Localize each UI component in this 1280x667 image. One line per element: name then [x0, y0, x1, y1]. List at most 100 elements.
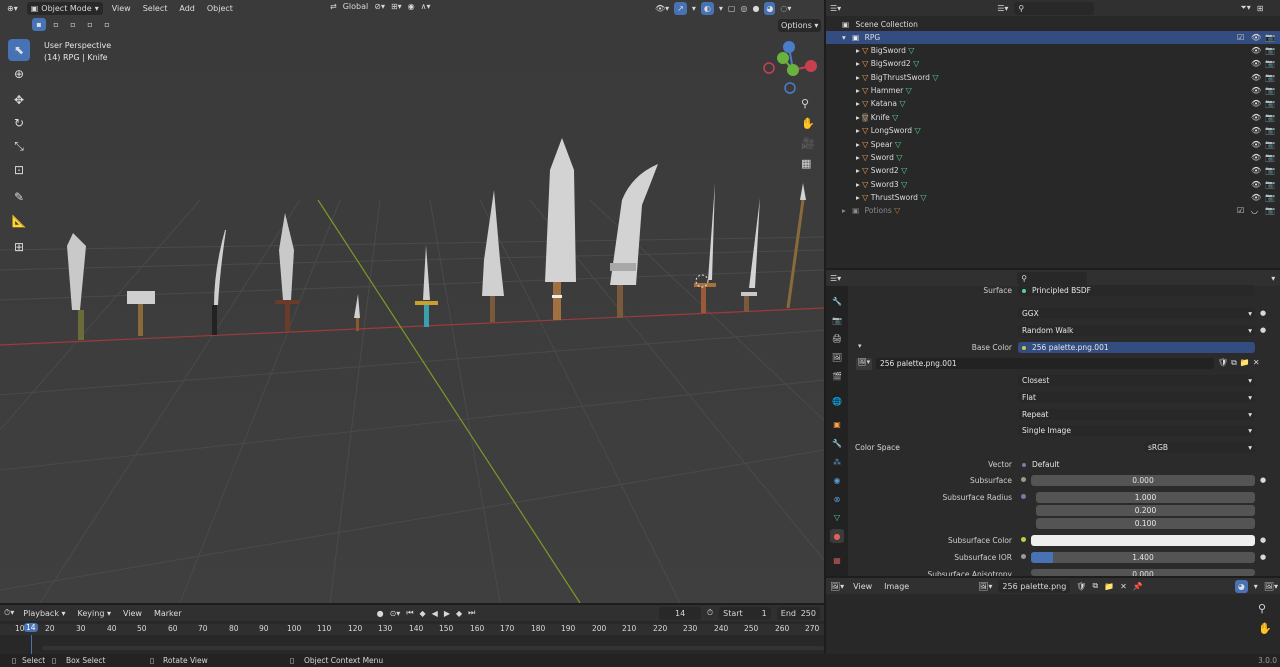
eye-icon[interactable]: 👁: [1251, 111, 1261, 124]
keying-set-icon[interactable]: ⊙▾: [390, 609, 401, 618]
rotate-tool-icon[interactable]: ↻: [8, 112, 30, 134]
pivot-icon[interactable]: ⊘▾: [374, 2, 385, 11]
menu-select[interactable]: Select: [140, 2, 171, 15]
unlink-x-icon[interactable]: ✕: [1253, 358, 1260, 368]
menu-playback[interactable]: Playback ▾: [20, 607, 68, 620]
transform-tool-icon[interactable]: ⊡: [8, 159, 30, 181]
pan-hand-icon[interactable]: ✋: [801, 117, 815, 130]
outliner-item[interactable]: ▸ ▽ Katana ▽ 👁 📷: [826, 97, 1280, 110]
radius-y-field[interactable]: 0.200: [1036, 505, 1255, 516]
viewport[interactable]: ⊕▾ ▣ Object Mode ▾ View Select Add Object …: [0, 0, 824, 603]
render-camera-icon[interactable]: 📷: [1265, 151, 1275, 164]
filter-icon[interactable]: ⏷▾: [1240, 3, 1250, 13]
select-invert-icon[interactable]: ▫: [83, 18, 97, 31]
open-folder-icon[interactable]: 📁: [1240, 358, 1250, 368]
outliner-collection-potions[interactable]: ▸ ▣ Potions ▽ ☑ ◡ 📷: [826, 204, 1280, 217]
surface-shader-field[interactable]: Principled BSDF: [1018, 285, 1255, 296]
properties-editor-icon[interactable]: ☰▾: [830, 274, 841, 283]
data-tab-icon[interactable]: ▽: [830, 510, 844, 524]
outliner-item[interactable]: ▸ ▽ Hammer ▽ 👁 📷: [826, 84, 1280, 97]
keyframe-dot-icon[interactable]: ●: [1260, 536, 1266, 544]
eye-icon[interactable]: 👁: [1251, 178, 1261, 191]
keyframe-dot-icon[interactable]: ●: [1260, 553, 1266, 561]
wireframe-shading-icon[interactable]: ◎: [740, 4, 747, 13]
view-options-icon[interactable]: 🖼▾: [1264, 582, 1278, 591]
prev-keyframe-icon[interactable]: ◆: [420, 609, 426, 618]
distribution-dropdown[interactable]: GGX ▾: [1018, 308, 1255, 319]
world-tab-icon[interactable]: 🌐: [830, 394, 844, 408]
solid-shading-icon[interactable]: ●: [752, 4, 759, 13]
material-shading-icon[interactable]: ◕: [764, 2, 776, 15]
cursor-tool-icon[interactable]: ⊕: [8, 63, 30, 85]
gizmo-toggle-icon[interactable]: ↗: [674, 2, 687, 15]
outliner-editor-icon[interactable]: ☰▾: [830, 4, 841, 13]
keyframe-dot-icon[interactable]: ●: [1260, 309, 1266, 317]
particles-tab-icon[interactable]: ⁂: [830, 455, 844, 469]
subsurface-anisotropy-field[interactable]: 0.000: [1031, 569, 1255, 576]
editor-type-button[interactable]: ⊕▾: [4, 2, 21, 15]
subsurface-ior-slider[interactable]: 1.400: [1031, 552, 1255, 563]
eye-icon[interactable]: 👁: [1251, 124, 1261, 137]
outliner-item[interactable]: ▸ ▽ BigSword ▽ 👁 📷: [826, 44, 1280, 57]
orientation-dropdown[interactable]: Global: [343, 2, 369, 11]
options-dropdown[interactable]: Options ▾: [778, 19, 822, 32]
render-camera-icon[interactable]: 📷: [1265, 204, 1275, 217]
image-editor-type-icon[interactable]: 🖼▾: [830, 582, 844, 591]
duplicate-icon[interactable]: ⧉: [1231, 358, 1237, 368]
eye-hidden-icon[interactable]: ◡: [1251, 204, 1258, 217]
timeline-editor-icon[interactable]: ⏱▾: [4, 608, 14, 618]
subsurface-color-swatch[interactable]: [1031, 535, 1255, 546]
jump-end-icon[interactable]: ⏭: [468, 608, 475, 618]
grid-perspective-icon[interactable]: ▦: [801, 157, 811, 170]
constraints-tab-icon[interactable]: ⊗: [830, 492, 844, 506]
render-camera-icon[interactable]: 📷: [1265, 178, 1275, 191]
menu-view[interactable]: View: [109, 2, 134, 15]
fake-user-icon[interactable]: 🛡: [1076, 582, 1086, 591]
physics-tab-icon[interactable]: ◉: [830, 473, 844, 487]
display-channels-icon[interactable]: ◕: [1234, 579, 1248, 593]
subsurface-field[interactable]: 0.000: [1031, 475, 1255, 486]
outliner-item[interactable]: ▸ ▽ Spear ▽ 👁 📷: [826, 138, 1280, 151]
eye-icon[interactable]: 👁: [1251, 71, 1261, 84]
color-space-dropdown[interactable]: sRGB ▾: [1144, 442, 1255, 453]
image-name-field[interactable]: 256 palette.png.001: [876, 358, 1214, 369]
measure-tool-icon[interactable]: 📐: [8, 210, 30, 232]
texture-tab-icon[interactable]: ▦: [830, 553, 844, 567]
output-tab-icon[interactable]: 🖨: [830, 331, 844, 345]
menu-object[interactable]: Object: [204, 2, 236, 15]
render-camera-icon[interactable]: 📷: [1265, 44, 1275, 57]
overlay-toggle-icon[interactable]: ◐: [700, 2, 714, 15]
pin-icon[interactable]: 📌: [1133, 582, 1143, 591]
object-tab-icon[interactable]: ▣: [830, 417, 844, 431]
expand-arrow-icon[interactable]: ▾: [842, 33, 846, 42]
current-frame-field[interactable]: 14: [659, 606, 701, 620]
outliner-item[interactable]: ▸ ▽ Sword ▽ 👁 📷: [826, 151, 1280, 164]
keyframe-dot-icon[interactable]: ●: [1260, 476, 1266, 484]
add-cube-tool-icon[interactable]: ⊞: [8, 236, 30, 258]
select-intersect-icon[interactable]: ▫: [100, 18, 114, 31]
socket-dot-icon[interactable]: [1021, 554, 1026, 559]
select-subtract-icon[interactable]: ▫: [66, 18, 80, 31]
outliner-item[interactable]: ▸ ▽ Sword2 ▽ 👁 📷: [826, 164, 1280, 177]
outliner-item[interactable]: ▸ ▽ ThrustSword ▽ 👁 📷: [826, 191, 1280, 204]
render-tab-icon[interactable]: 📷: [830, 313, 844, 327]
scale-tool-icon[interactable]: ⤡: [8, 135, 30, 157]
outliner-item[interactable]: ▸ ▽ BigSword2 ▽ 👁 📷: [826, 57, 1280, 70]
eye-icon[interactable]: 👁: [1251, 191, 1261, 204]
select-new-icon[interactable]: ▪: [32, 18, 46, 31]
render-camera-icon[interactable]: 📷: [1265, 164, 1275, 177]
timeline-scrollbar[interactable]: [42, 646, 824, 650]
visibility-icon[interactable]: 👁▾: [655, 4, 669, 13]
outliner-collection-rpg[interactable]: ▾ ▣ RPG ☑ 👁 📷: [826, 31, 1280, 44]
vector-field[interactable]: Default: [1018, 459, 1255, 470]
render-camera-icon[interactable]: 📷: [1265, 111, 1275, 124]
playhead-frame-label[interactable]: 14: [24, 623, 38, 632]
projection-dropdown[interactable]: Flat ▾: [1018, 392, 1255, 403]
socket-dot-icon[interactable]: [1021, 537, 1026, 542]
play-reverse-icon[interactable]: ◀: [432, 609, 438, 618]
image-browse-icon[interactable]: 🖼▾: [978, 582, 992, 591]
render-camera-icon[interactable]: 📷: [1265, 31, 1275, 44]
start-frame-field[interactable]: Start 1: [719, 606, 771, 620]
fake-user-icon[interactable]: 🛡: [1218, 358, 1228, 368]
render-camera-icon[interactable]: 📷: [1265, 57, 1275, 70]
